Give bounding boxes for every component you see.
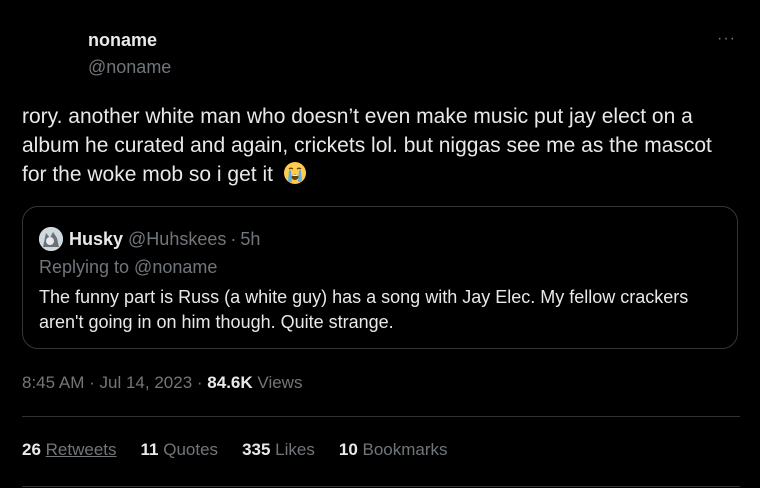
quoted-author-name[interactable]: Husky [69, 229, 123, 250]
avatar[interactable] [39, 227, 63, 251]
quoted-tweet-text: The funny part is Russ (a white guy) has… [39, 287, 689, 332]
husky-avatar-icon [39, 227, 63, 251]
loudly-crying-face-icon [283, 162, 306, 184]
likes-stat[interactable]: 335 Likes [242, 440, 315, 460]
author-handle[interactable]: @noname [88, 57, 171, 78]
likes-count: 335 [242, 440, 271, 459]
more-options-icon[interactable]: ··· [717, 30, 736, 48]
retweets-stat[interactable]: 26 Retweets [22, 440, 117, 460]
retweets-count: 26 [22, 440, 41, 459]
quoted-tweet-time[interactable]: 5h [240, 229, 260, 250]
quotes-count: 11 [140, 440, 159, 459]
tweet-author[interactable]: noname @noname [88, 30, 171, 78]
views-count: 84.6K [207, 373, 253, 392]
tweet-text: rory. another white man who doesn’t even… [22, 105, 712, 186]
quoted-tweet-header: Husky @Huhskees · 5h [39, 227, 260, 251]
quoted-tweet[interactable]: Husky @Huhskees · 5h Replying to @noname… [22, 206, 738, 349]
tweet-body: rory. another white man who doesn’t even… [22, 102, 740, 189]
quoted-author-handle[interactable]: @Huhskees [128, 229, 226, 250]
bookmarks-stat[interactable]: 10 Bookmarks [339, 440, 448, 460]
replying-to: Replying to @noname [39, 257, 218, 277]
separator-dot: · [89, 373, 95, 392]
quotes-stat[interactable]: 11 Quotes [141, 440, 219, 460]
likes-label: Likes [275, 440, 315, 459]
bookmarks-count: 10 [338, 440, 358, 459]
author-display-name[interactable]: noname [88, 30, 171, 51]
divider [22, 416, 740, 417]
tweet-metadata: 8:45 AM · Jul 14, 2023 · 84.6K Views [22, 373, 302, 393]
separator-dot: · [196, 373, 203, 392]
tweet-stats: 26 Retweets 11 Quotes 335 Likes 10 Bookm… [22, 440, 472, 460]
tweet-time[interactable]: 8:45 AM [22, 373, 84, 392]
tweet-date[interactable]: Jul 14, 2023 [100, 373, 193, 392]
quotes-label: Quotes [163, 440, 219, 459]
views-label: Views [257, 373, 303, 392]
retweets-label: Retweets [45, 440, 117, 459]
divider [22, 486, 740, 487]
bookmarks-label: Bookmarks [362, 440, 448, 459]
separator-dot: · [230, 228, 237, 249]
